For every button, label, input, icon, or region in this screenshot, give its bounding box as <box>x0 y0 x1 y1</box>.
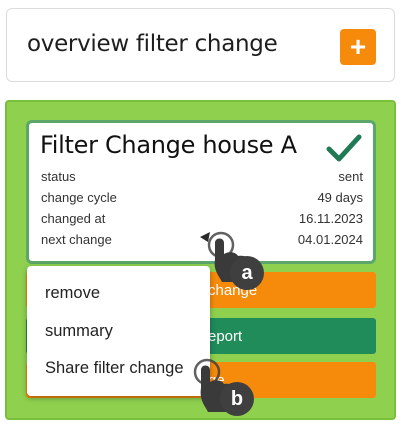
menu-item-remove[interactable]: remove <box>45 284 100 303</box>
change-cycle-row: change cycle 49 days <box>41 190 363 208</box>
checkmark-icon <box>326 134 362 162</box>
gesture-label-b: b <box>220 382 254 416</box>
card-title: Filter Change house A <box>40 131 297 159</box>
add-button[interactable]: + <box>340 29 376 65</box>
menu-item-summary[interactable]: summary <box>45 322 113 341</box>
changed-at-value: 16.11.2023 <box>298 211 363 226</box>
row-label: change cycle <box>41 190 117 205</box>
gesture-label-a: a <box>230 256 264 290</box>
status-row: status sent <box>41 169 363 187</box>
row-label: status <box>41 169 76 184</box>
context-menu: remove summary Share filter change <box>27 266 210 396</box>
header-card: overview filter change + <box>6 8 395 82</box>
row-label: changed at <box>41 211 106 226</box>
changed-at-row: changed at 16.11.2023 <box>41 211 363 229</box>
row-label: next change <box>41 232 112 247</box>
plus-icon: + <box>349 31 367 62</box>
status-value: sent <box>338 169 363 184</box>
next-change-value: 04.01.2024 <box>297 232 363 247</box>
tap-gesture-a: a <box>200 228 270 290</box>
report-button-label: eport <box>208 327 243 345</box>
change-cycle-value: 49 days <box>317 190 363 205</box>
menu-item-share[interactable]: Share filter change <box>45 359 184 378</box>
tap-gesture-b: b <box>193 356 263 418</box>
page-title: overview filter change <box>27 31 278 57</box>
